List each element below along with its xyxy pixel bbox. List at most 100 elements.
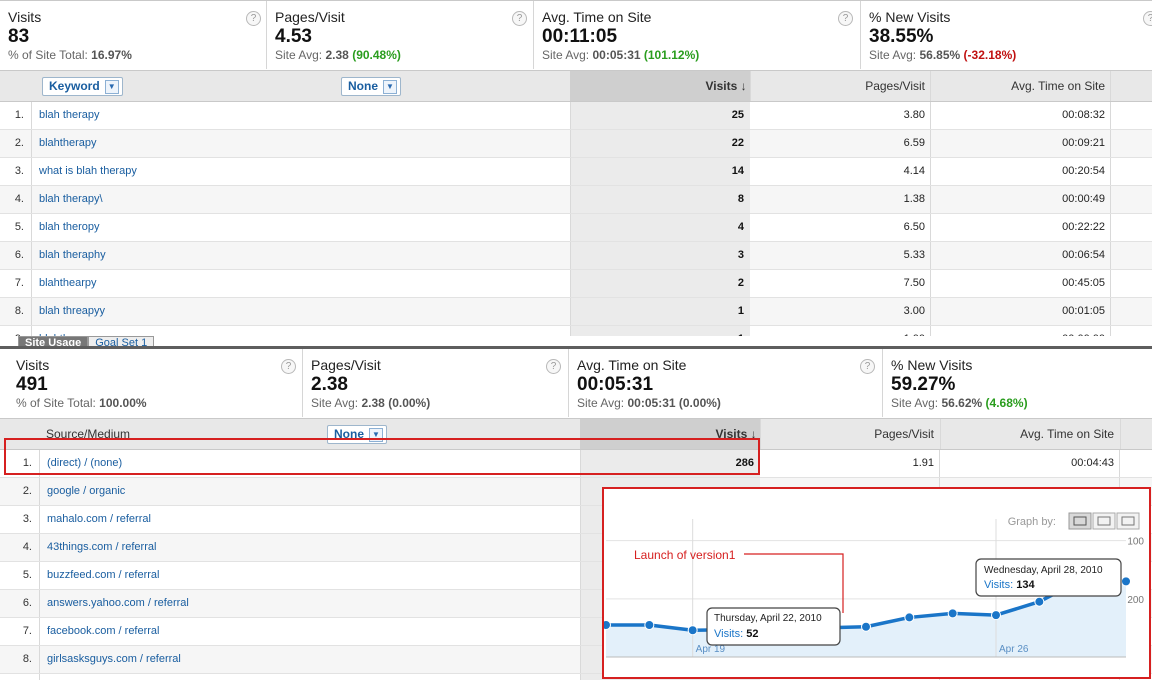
data-point — [604, 620, 611, 630]
column-divider — [39, 478, 40, 505]
table-row: 1. blah therapy 25 3.80 00:08:32 — [0, 102, 1152, 130]
column-divider — [1110, 214, 1111, 241]
annotation-label: Launch of version1 — [634, 548, 736, 562]
column-header-avg-time[interactable]: Avg. Time on Site — [941, 419, 1114, 449]
row-visits: 2 — [570, 270, 750, 297]
row-dimension-link[interactable]: girlsasksguys.com / referral — [47, 646, 181, 673]
metric-value: 00:11:05 — [542, 26, 618, 47]
row-dimension-link[interactable]: blahthearpy — [39, 270, 97, 297]
metric-sub: % of Site Total: 100.00% — [16, 396, 147, 410]
row-dimension-link[interactable]: buzzfeed.com / referral — [47, 562, 160, 589]
help-icon[interactable]: ? — [512, 11, 527, 26]
graph-by-week-button[interactable] — [1092, 512, 1116, 530]
metric-sub: Site Avg: 00:05:31 (0.00%) — [577, 396, 721, 410]
row-pages-visit: 1.91 — [912, 457, 934, 469]
graph-by-day-button[interactable] — [1068, 512, 1092, 530]
row-dimension-link[interactable]: blah threapyy — [39, 298, 105, 325]
column-divider — [31, 130, 32, 157]
metric-label: Visits — [16, 357, 50, 373]
row-avg-time: 00:20:54 — [1062, 165, 1105, 177]
column-divider — [570, 158, 571, 185]
data-point — [904, 612, 915, 623]
column-divider — [580, 506, 581, 533]
secondary-dimension-select[interactable]: None ▼ — [341, 77, 401, 96]
table-row: 5. blah theropy 4 6.50 00:22:22 — [0, 214, 1152, 242]
column-divider — [930, 242, 931, 269]
column-divider — [940, 419, 941, 449]
graph-by-month-button[interactable] — [1116, 512, 1140, 530]
metric-label: % New Visits — [869, 9, 951, 25]
metric-value: 59.27% — [891, 374, 956, 395]
row-index: 8. — [14, 305, 24, 317]
row-visits: 22 — [570, 130, 750, 157]
column-divider — [31, 214, 32, 241]
row-dimension-link[interactable]: blah therapy\ — [39, 186, 103, 213]
metric-avg-time: Avg. Time on Site ? 00:05:31 Site Avg: 0… — [569, 349, 883, 417]
row-index: 8. — [22, 653, 32, 665]
tooltip-metric: Visits: 52 — [714, 628, 758, 640]
metric-visits: Visits ? 83 % of Site Total: 16.97% — [0, 1, 267, 69]
column-divider — [930, 186, 931, 213]
row-dimension-link[interactable]: blah therapy — [39, 102, 100, 129]
column-divider — [1110, 186, 1111, 213]
tab-goal-set[interactable]: Goal Set 1 — [88, 336, 155, 346]
tooltip-value: 52 — [746, 628, 758, 640]
help-icon[interactable]: ? — [1143, 11, 1152, 26]
table-row: 3. what is blah therapy 14 4.14 00:20:54 — [0, 158, 1152, 186]
column-header-visits[interactable]: Visits ↓ — [570, 71, 750, 101]
row-dimension-link[interactable]: blah theropy — [39, 214, 100, 241]
column-divider — [1110, 71, 1111, 101]
row-pages-visit: 3.80 — [903, 109, 925, 121]
data-point — [644, 620, 655, 630]
column-divider — [1110, 270, 1111, 297]
help-icon[interactable]: ? — [860, 359, 875, 374]
graph-by-label: Graph by: — [1008, 516, 1056, 528]
row-pages-visit: 3.00 — [903, 305, 925, 317]
row-dimension-link[interactable]: blah theraphy — [39, 242, 106, 269]
row-index: 7. — [14, 277, 24, 289]
row-dimension-link[interactable]: yahoo / organic — [47, 674, 122, 680]
tab-site-usage[interactable]: Site Usage — [18, 336, 89, 346]
table-row: 4. blah therapy\ 8 1.38 00:00:49 — [0, 186, 1152, 214]
column-divider — [31, 186, 32, 213]
metric-visits: Visits ? 491 % of Site Total: 100.00% — [8, 349, 303, 417]
chart-svg: Graph by: 200 100 Apr 19 Apr 26 Launch of v… — [604, 512, 1144, 658]
help-icon[interactable]: ? — [281, 359, 296, 374]
help-icon[interactable]: ? — [838, 11, 853, 26]
primary-dimension-select[interactable]: Keyword ▼ — [42, 77, 123, 96]
column-divider — [1110, 158, 1111, 185]
column-divider — [1110, 326, 1111, 336]
row-dimension-link[interactable]: facebook.com / referral — [47, 618, 160, 645]
chevron-down-icon: ▼ — [383, 80, 397, 94]
row-index: 3. — [22, 513, 32, 525]
row-avg-time: 00:08:32 — [1062, 109, 1105, 121]
column-divider — [39, 562, 40, 589]
tooltip-date: Thursday, April 22, 2010 — [714, 613, 822, 624]
column-divider — [1110, 242, 1111, 269]
column-header-pages-visit[interactable]: Pages/Visit — [751, 71, 925, 101]
help-icon[interactable]: ? — [246, 11, 261, 26]
row-dimension-link[interactable]: blahtherapy — [39, 130, 97, 157]
row-index: 6. — [14, 249, 24, 261]
row-dimension-link[interactable]: what is blah therapy — [39, 158, 137, 185]
keyword-summary-bar: Visits ? 83 % of Site Total: 16.97% Page… — [0, 0, 1152, 71]
tooltip-metric-label: Visits: — [984, 579, 1013, 591]
y-tick-label: 100 — [1127, 537, 1144, 548]
row-dimension-link[interactable]: google / organic — [47, 478, 125, 505]
row-avg-time: 00:00:49 — [1062, 193, 1105, 205]
column-divider — [31, 102, 32, 129]
help-icon[interactable]: ? — [546, 359, 561, 374]
row-dimension-link[interactable]: mahalo.com / referral — [47, 506, 151, 533]
column-divider — [570, 270, 571, 297]
row-dimension-link[interactable]: 43things.com / referral — [47, 534, 156, 561]
data-point — [991, 610, 1001, 621]
column-divider — [570, 102, 571, 129]
row-dimension-link[interactable]: answers.yahoo.com / referral — [47, 590, 189, 617]
row-pages-visit: 1.00 — [751, 326, 925, 336]
column-header-avg-time[interactable]: Avg. Time on Site — [931, 71, 1105, 101]
column-divider — [580, 478, 581, 505]
metric-value: 38.55% — [869, 26, 934, 47]
metric-value: 00:05:31 — [577, 374, 654, 395]
column-header-pages-visit[interactable]: Pages/Visit — [761, 419, 934, 449]
row-dimension-link[interactable]: blahtherapy.com — [39, 326, 120, 336]
